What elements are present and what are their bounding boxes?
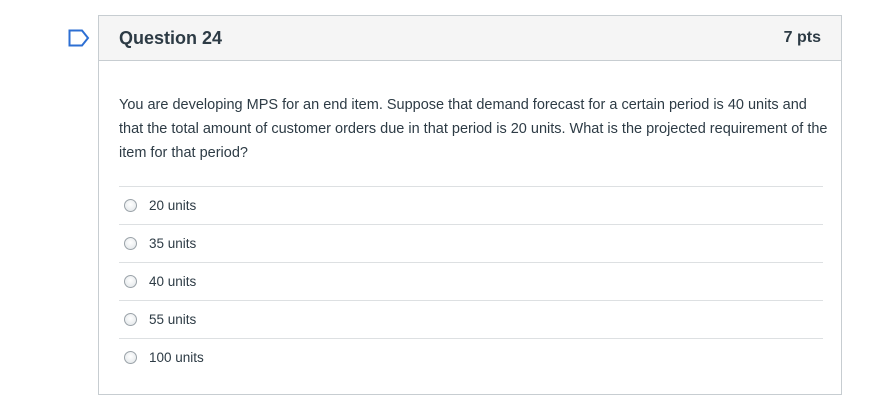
radio-button[interactable] [124,313,137,326]
radio-button[interactable] [124,351,137,364]
question-title: Question 24 [119,27,223,48]
answer-list: 20 units 35 units 40 units 55 units 100 … [119,186,823,376]
radio-button[interactable] [124,199,137,212]
answer-option[interactable]: 40 units [119,262,823,300]
answer-option[interactable]: 55 units [119,300,823,338]
radio-button[interactable] [124,275,137,288]
answer-label[interactable]: 40 units [149,274,196,289]
answer-label[interactable]: 100 units [149,350,204,365]
question-points: 7 pts [783,29,821,46]
answer-label[interactable]: 35 units [149,236,196,251]
answer-option[interactable]: 100 units [119,338,823,376]
question-text: You are developing MPS for an end item. … [119,97,828,161]
answer-label[interactable]: 55 units [149,312,196,327]
flag-question-icon[interactable] [68,29,90,47]
question-card: Question 24 7 pts You are developing MPS… [98,15,842,395]
radio-button[interactable] [124,237,137,250]
answer-option[interactable]: 35 units [119,224,823,262]
answer-label[interactable]: 20 units [149,198,196,213]
question-header: Question 24 7 pts [99,16,841,61]
answer-option[interactable]: 20 units [119,186,823,224]
